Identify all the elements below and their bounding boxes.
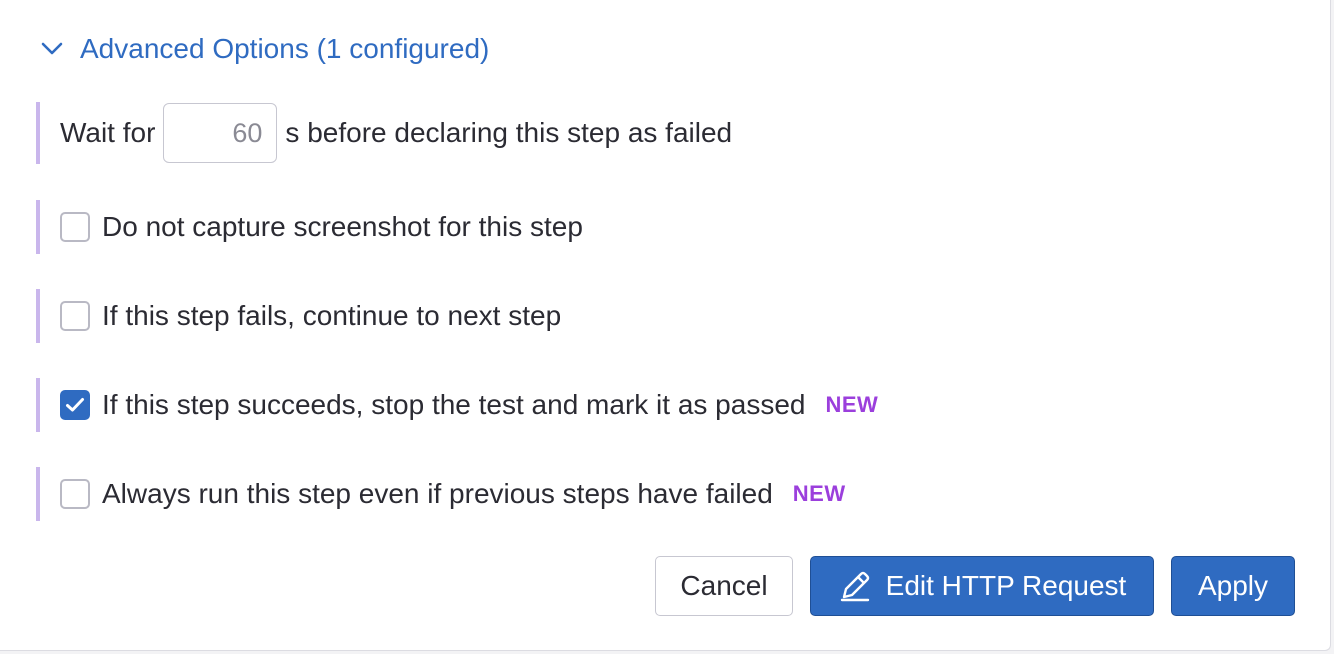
wait-prefix-label: Wait for bbox=[60, 117, 156, 148]
option-row-continue-on-fail: If this step fails, continue to next ste… bbox=[36, 289, 561, 343]
continue-on-fail-checkbox[interactable] bbox=[60, 301, 90, 331]
option-label: Do not capture screenshot for this step bbox=[102, 211, 583, 242]
wait-timeout-input[interactable] bbox=[163, 103, 278, 163]
option-label: Always run this step even if previous st… bbox=[102, 478, 773, 509]
wait-suffix-label: s before declaring this step as failed bbox=[285, 117, 733, 148]
advanced-options-label: Advanced Options (1 configured) bbox=[80, 33, 490, 64]
always-run-checkbox[interactable] bbox=[60, 479, 90, 509]
cancel-button[interactable]: Cancel bbox=[655, 556, 793, 616]
advanced-options-panel: Advanced Options (1 configured) Wait for… bbox=[0, 0, 1331, 651]
edit-http-request-button[interactable]: Edit HTTP Request bbox=[810, 556, 1154, 616]
wait-timeout-row: Wait for s before declaring this step as… bbox=[36, 102, 732, 164]
option-label: If this step succeeds, stop the test and… bbox=[102, 389, 806, 420]
option-row-no-screenshot: Do not capture screenshot for this step bbox=[36, 200, 583, 254]
cancel-button-label: Cancel bbox=[680, 570, 768, 601]
new-badge: NEW bbox=[825, 392, 879, 417]
pencil-icon bbox=[838, 569, 872, 603]
stop-on-success-checkbox[interactable] bbox=[60, 390, 90, 420]
option-row-stop-on-success: If this step succeeds, stop the test and… bbox=[36, 378, 878, 432]
advanced-options-toggle[interactable]: Advanced Options (1 configured) bbox=[40, 30, 489, 68]
chevron-down-icon bbox=[40, 37, 64, 61]
edit-http-request-label: Edit HTTP Request bbox=[885, 570, 1127, 601]
new-badge: NEW bbox=[792, 481, 846, 506]
option-row-always-run: Always run this step even if previous st… bbox=[36, 467, 846, 521]
checkmark-icon bbox=[66, 398, 84, 412]
no-screenshot-checkbox[interactable] bbox=[60, 212, 90, 242]
apply-button-label: Apply bbox=[1197, 570, 1269, 601]
option-label: If this step fails, continue to next ste… bbox=[102, 300, 562, 331]
apply-button[interactable]: Apply bbox=[1171, 556, 1295, 616]
